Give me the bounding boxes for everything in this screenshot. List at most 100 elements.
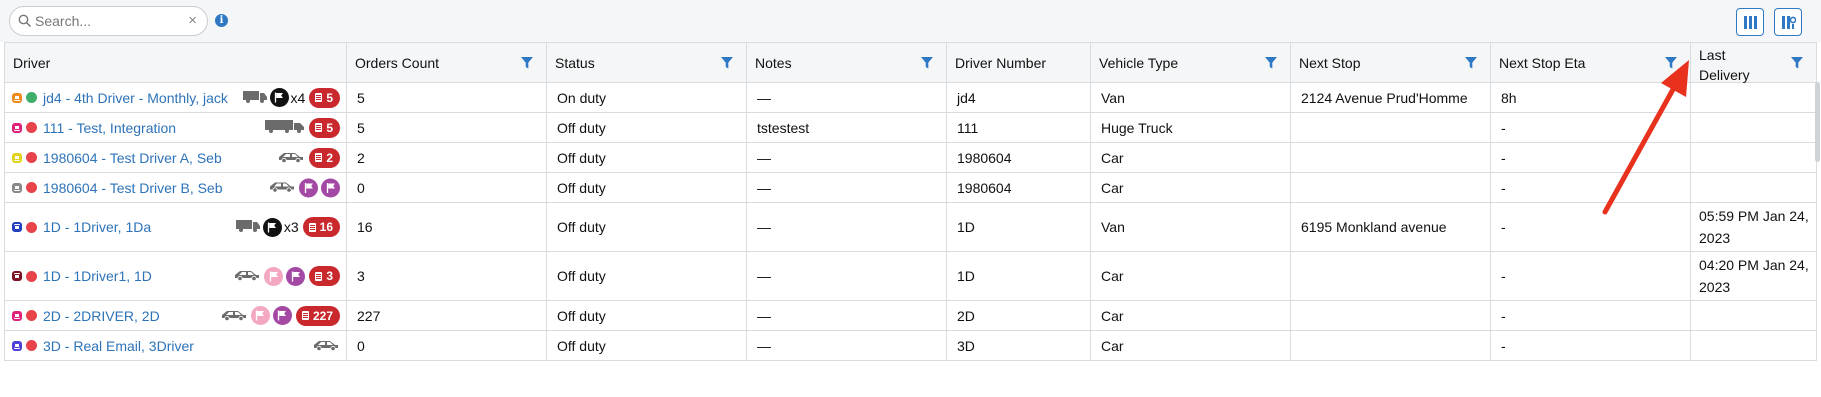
driver-name-link[interactable]: 1980604 - Test Driver A, Seb <box>43 150 222 166</box>
filter-icon[interactable] <box>1664 56 1678 70</box>
filter-icon[interactable] <box>1464 56 1478 70</box>
filter-icon[interactable] <box>520 56 534 70</box>
filter-icon[interactable] <box>920 56 934 70</box>
cell-status: Off duty <box>546 112 747 143</box>
flag-icon <box>262 217 282 237</box>
table-row[interactable]: 111 - Test, Integration 5 5 Off duty tsteste… <box>4 112 1817 143</box>
truck-icon <box>265 119 305 136</box>
flag-icon <box>250 306 270 325</box>
cell-last-delivery <box>1690 112 1817 143</box>
cell-driver-number: 1980604 <box>946 172 1091 203</box>
column-header-vehicle-type[interactable]: Vehicle Type <box>1090 42 1291 83</box>
driver-name-link[interactable]: 1980604 - Test Driver B, Seb <box>43 180 223 196</box>
status-dot <box>26 182 37 193</box>
vertical-scrollbar[interactable] <box>1815 82 1820 162</box>
driver-cell: 1980604 - Test Driver A, Seb 2 <box>4 142 347 173</box>
driver-name-link[interactable]: 1D - 1Driver, 1Da <box>43 219 151 235</box>
cell-next-stop-eta: - <box>1490 172 1691 203</box>
column-header-next-stop[interactable]: Next Stop <box>1290 42 1491 83</box>
cell-vehicle-type: Huge Truck <box>1090 112 1291 143</box>
driver-type-icon <box>12 340 22 351</box>
orders-badge-count: 5 <box>326 120 333 135</box>
column-header-label: Notes <box>755 55 792 71</box>
status-dot <box>26 310 37 321</box>
table-row[interactable]: 1D - 1Driver1, 1D 3 3 Off duty —1D Car -04:20 … <box>4 251 1817 301</box>
columns-icon <box>1744 16 1757 29</box>
cell-status: On duty <box>546 82 747 113</box>
drivers-table: Driver Orders Count Status Notes Driver Numb… <box>4 42 1817 361</box>
cell-status: Off duty <box>546 142 747 173</box>
orders-badge: 16 <box>302 217 340 237</box>
cell-last-delivery: 05:59 PM Jan 24, 2023 <box>1690 202 1817 252</box>
cell-orders-count: 5 <box>346 112 547 143</box>
column-header-driver-number[interactable]: Driver Number <box>946 42 1091 83</box>
cell-next-stop: 6195 Monkland avenue <box>1290 202 1491 252</box>
van-icon <box>242 90 267 106</box>
flag-icon <box>264 266 284 286</box>
car-icon <box>277 150 305 166</box>
car-icon <box>312 338 340 354</box>
cell-last-delivery <box>1690 82 1817 113</box>
cell-notes: — <box>746 172 947 203</box>
table-row[interactable]: jd4 - 4th Driver - Monthly, jack x4 5 5 On d… <box>4 82 1817 113</box>
table-row[interactable]: 3D - Real Email, 3Driver 0 Off duty —3D Car - <box>4 330 1817 361</box>
document-icon <box>315 93 323 102</box>
search-icon <box>18 14 32 28</box>
column-header-next-stop-eta[interactable]: Next Stop Eta <box>1490 42 1691 83</box>
column-header-driver[interactable]: Driver <box>4 42 347 83</box>
column-header-label: Driver Number <box>955 55 1047 71</box>
table-row[interactable]: 1980604 - Test Driver B, Seb 0 Off duty —19… <box>4 172 1817 203</box>
cell-driver-number: jd4 <box>946 82 1091 113</box>
filter-icon[interactable] <box>1264 56 1278 70</box>
cell-next-stop-eta: - <box>1490 142 1691 173</box>
column-settings-icon <box>1782 16 1796 29</box>
driver-name-link[interactable]: 3D - Real Email, 3Driver <box>43 338 194 354</box>
column-header-status[interactable]: Status <box>546 42 747 83</box>
driver-cell: 3D - Real Email, 3Driver <box>4 330 347 361</box>
table-row[interactable]: 1980604 - Test Driver A, Seb 2 2 Off duty —1… <box>4 142 1817 173</box>
cell-notes: — <box>746 251 947 301</box>
flag-icon <box>321 178 340 197</box>
column-header-last-delivery[interactable]: Last Delivery <box>1690 42 1817 83</box>
orders-badge: 3 <box>309 266 340 286</box>
column-header-orders-count[interactable]: Orders Count <box>346 42 547 83</box>
columns-button[interactable] <box>1736 8 1764 36</box>
cell-next-stop-eta: - <box>1490 330 1691 361</box>
flag-icon <box>299 178 318 197</box>
filter-icon[interactable] <box>1790 56 1804 70</box>
driver-name-link[interactable]: 2D - 2DRIVER, 2D <box>43 308 160 324</box>
info-icon[interactable]: i <box>215 14 228 27</box>
search-box[interactable]: × <box>9 6 208 36</box>
search-input[interactable] <box>35 11 185 31</box>
status-dot <box>26 122 37 133</box>
driver-cell: jd4 - 4th Driver - Monthly, jack x4 5 <box>4 82 347 113</box>
cell-notes: — <box>746 330 947 361</box>
cell-orders-count: 3 <box>346 251 547 301</box>
driver-name-link[interactable]: 111 - Test, Integration <box>43 120 176 136</box>
cell-notes: — <box>746 202 947 252</box>
orders-badge-count: 5 <box>326 90 333 105</box>
toolbar: × i <box>0 0 1821 42</box>
cell-vehicle-type: Van <box>1090 202 1291 252</box>
column-header-notes[interactable]: Notes <box>746 42 947 83</box>
status-dot <box>26 221 37 233</box>
cell-last-delivery: 04:20 PM Jan 24, 2023 <box>1690 251 1817 301</box>
document-icon <box>315 123 323 132</box>
cell-notes: — <box>746 300 947 331</box>
column-header-label: Orders Count <box>355 55 440 71</box>
table-row[interactable]: 1D - 1Driver, 1Da x3 16 16 Off duty —1D Van 619… <box>4 202 1817 252</box>
driver-name-link[interactable]: jd4 - 4th Driver - Monthly, jack <box>43 90 228 106</box>
column-settings-button[interactable] <box>1774 8 1802 36</box>
cell-next-stop <box>1290 142 1491 173</box>
cell-notes: — <box>746 82 947 113</box>
driver-name-link[interactable]: 1D - 1Driver1, 1D <box>43 268 152 284</box>
driver-type-icon <box>12 152 22 163</box>
cell-next-stop: 2124 Avenue Prud'Homme <box>1290 82 1491 113</box>
table-row[interactable]: 2D - 2DRIVER, 2D 227 227 Off duty —2D Car - <box>4 300 1817 331</box>
driver-type-icon <box>12 92 22 103</box>
cell-last-delivery <box>1690 172 1817 203</box>
clear-search-icon[interactable]: × <box>188 12 197 30</box>
filter-icon[interactable] <box>720 56 734 70</box>
cell-vehicle-type: Car <box>1090 300 1291 331</box>
flag-multiplier: x4 <box>290 89 306 106</box>
